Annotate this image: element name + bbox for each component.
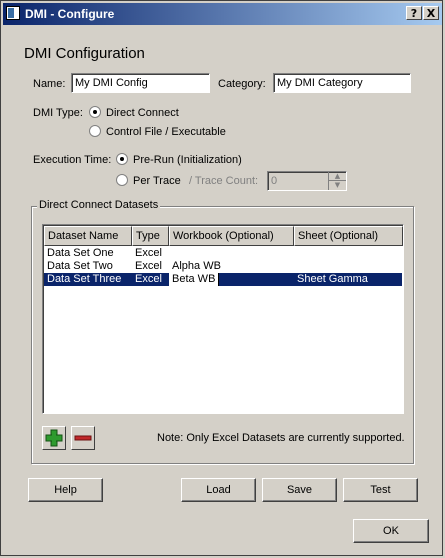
help-title-button[interactable]: ?: [406, 6, 422, 20]
page-title: DMI Configuration: [24, 45, 145, 62]
control-file-radio[interactable]: [89, 125, 101, 137]
dmi-configure-window: DMI - Configure ? X DMI Configuration Na…: [0, 0, 443, 556]
name-label: Name:: [33, 78, 66, 90]
pre-run-radio[interactable]: [116, 153, 128, 165]
column-header-type[interactable]: Type: [132, 226, 169, 246]
dataset-sheet-cell: [294, 260, 403, 273]
minus-icon: [74, 435, 92, 441]
dataset-sheet-cell: [294, 247, 403, 260]
table-row[interactable]: Data Set One Excel: [44, 247, 403, 260]
workbook-edit-cell[interactable]: Beta WB: [169, 273, 219, 286]
dataset-workbook-cell: [169, 247, 294, 260]
name-field[interactable]: My DMI Config: [71, 73, 210, 93]
close-button[interactable]: X: [423, 6, 439, 20]
dataset-workbook-spacer: [219, 273, 294, 286]
per-trace-radio[interactable]: [116, 174, 128, 186]
column-header-dataset-name[interactable]: Dataset Name: [44, 226, 132, 246]
plus-icon: [45, 429, 63, 447]
trace-count-spinner[interactable]: ▲ ▼: [328, 172, 346, 190]
dataset-name-cell: Data Set Two: [47, 260, 113, 272]
window-title: DMI - Configure: [25, 7, 115, 21]
table-row-selected[interactable]: Data Set Three Excel Beta WB Sheet Gamma: [44, 273, 402, 286]
per-trace-label[interactable]: Per Trace: [133, 175, 181, 187]
dataset-type-cell: Excel: [135, 273, 162, 285]
datasets-table[interactable]: Dataset Name Type Workbook (Optional) Sh…: [42, 224, 404, 414]
pre-run-label[interactable]: Pre-Run (Initialization): [133, 154, 242, 166]
app-icon: [6, 6, 20, 20]
execution-time-label: Execution Time:: [33, 154, 112, 166]
remove-dataset-button[interactable]: [71, 426, 95, 450]
dataset-sheet-cell: Sheet Gamma: [297, 273, 368, 285]
save-button[interactable]: Save: [262, 478, 337, 502]
dataset-name-cell: Data Set Three: [47, 273, 122, 285]
load-button[interactable]: Load: [181, 478, 256, 502]
control-file-label[interactable]: Control File / Executable: [106, 126, 226, 138]
table-row[interactable]: Data Set Two Excel Alpha WB: [44, 260, 403, 273]
datasets-group-title: Direct Connect Datasets: [37, 199, 161, 211]
add-dataset-button[interactable]: [42, 426, 66, 450]
help-button[interactable]: Help: [28, 478, 103, 502]
test-button[interactable]: Test: [343, 478, 418, 502]
ok-button[interactable]: OK: [353, 519, 429, 543]
column-header-workbook[interactable]: Workbook (Optional): [169, 226, 294, 246]
direct-connect-label[interactable]: Direct Connect: [106, 107, 179, 119]
direct-connect-radio[interactable]: [89, 106, 101, 118]
dmi-type-label: DMI Type:: [33, 107, 83, 119]
spin-up-icon[interactable]: ▲: [329, 172, 346, 181]
dataset-type-cell: Excel: [135, 260, 162, 272]
table-header: Dataset Name Type Workbook (Optional) Sh…: [44, 226, 403, 246]
category-field[interactable]: My DMI Category: [273, 73, 411, 93]
category-label: Category:: [218, 78, 266, 90]
column-header-sheet[interactable]: Sheet (Optional): [294, 226, 403, 246]
dataset-type-cell: Excel: [135, 247, 162, 259]
dataset-name-cell: Data Set One: [47, 247, 114, 259]
title-bar[interactable]: DMI - Configure ? X: [3, 3, 442, 25]
excel-support-note: Note: Only Excel Datasets are currently …: [157, 432, 405, 444]
trace-count-label: / Trace Count:: [189, 175, 259, 187]
spin-down-icon[interactable]: ▼: [329, 181, 346, 189]
dataset-workbook-cell: Alpha WB: [172, 260, 221, 272]
